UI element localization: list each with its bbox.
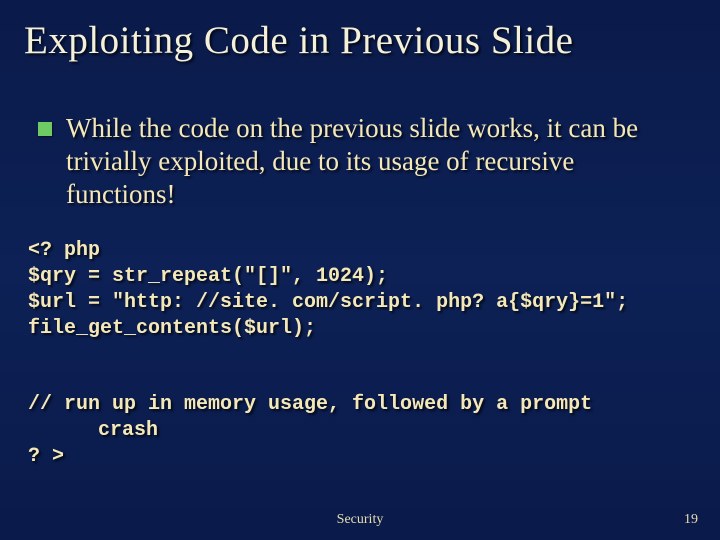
code-line: file_get_contents($url); xyxy=(28,317,316,340)
square-bullet-icon xyxy=(38,122,52,136)
code-block-2: // run up in memory usage, followed by a… xyxy=(28,392,692,470)
code-line: $url = "http: //site. com/script. php? a… xyxy=(28,291,628,314)
bullet-item: While the code on the previous slide wor… xyxy=(38,112,682,211)
bullet-text: While the code on the previous slide wor… xyxy=(66,112,682,211)
code-line: <? php xyxy=(28,239,100,262)
footer-label: Security xyxy=(0,512,720,528)
code-line: ? > xyxy=(28,445,64,468)
slide-title: Exploiting Code in Previous Slide xyxy=(24,18,696,63)
code-line: crash xyxy=(28,418,692,444)
slide: Exploiting Code in Previous Slide While … xyxy=(0,0,720,540)
code-block-1: <? php $qry = str_repeat("[]", 1024); $u… xyxy=(28,238,692,342)
page-number: 19 xyxy=(684,512,698,528)
code-line: $qry = str_repeat("[]", 1024); xyxy=(28,265,388,288)
code-line: // run up in memory usage, followed by a… xyxy=(28,393,592,416)
slide-body: While the code on the previous slide wor… xyxy=(38,112,682,211)
